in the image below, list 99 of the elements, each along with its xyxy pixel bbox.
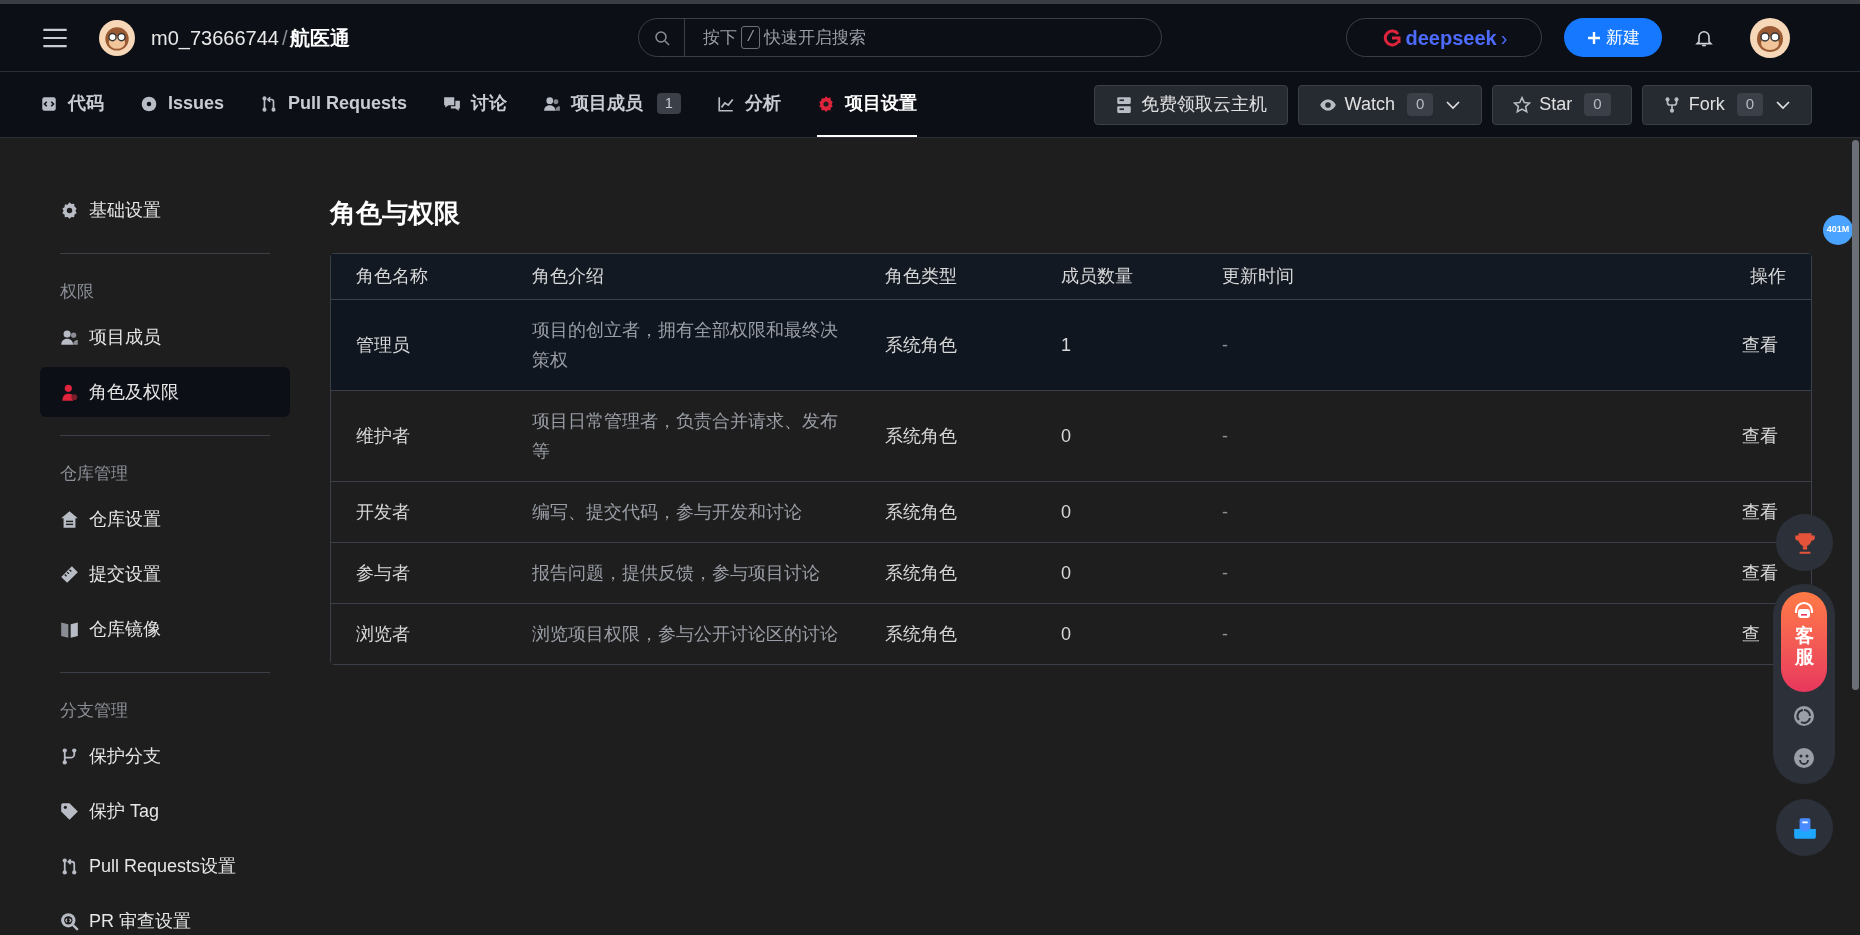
count-badge: 0 — [1584, 93, 1611, 116]
view-link[interactable]: 查看 — [1742, 559, 1778, 587]
sidebar-section-title: 仓库管理 — [60, 463, 129, 486]
owner-link[interactable]: m0_73666744 — [151, 22, 279, 53]
table-cell: 管理员 — [356, 334, 410, 355]
smiley-icon[interactable] — [1792, 746, 1816, 770]
table-cell: 参与者 — [356, 562, 410, 583]
path-separator: / — [281, 25, 288, 51]
count-badge: 0 — [1406, 93, 1434, 116]
sidebar-item[interactable]: 仓库设置 — [40, 494, 290, 544]
swirl-icon[interactable] — [1792, 704, 1816, 728]
table-cell-text: 项目的创立者，拥有全部权限和最终决策权 — [532, 319, 839, 372]
house-icon — [60, 509, 79, 529]
tag-icon — [60, 801, 79, 821]
view-link[interactable]: 查看 — [1742, 498, 1778, 526]
magnifier-icon — [60, 911, 79, 931]
table-cell: 0 — [1061, 425, 1071, 446]
page-title: 角色与权限 — [330, 197, 461, 230]
view-link[interactable]: 查 — [1742, 620, 1760, 648]
table-cell-text: 编写、提交代码，参与开发和讨论 — [532, 501, 803, 524]
sidebar-item[interactable]: 项目成员 — [40, 312, 290, 362]
table-cell: 开发者 — [356, 501, 410, 522]
branch-icon — [60, 746, 79, 766]
sidebar-item[interactable]: PR 审查设置 — [40, 896, 290, 935]
column-header: 角色介绍 — [532, 265, 605, 288]
column-header: 成员数量 — [1061, 265, 1134, 288]
search-hint: 按下 — [703, 26, 738, 49]
line-chart-icon — [716, 94, 735, 113]
book-icon — [60, 619, 79, 639]
sidebar-item[interactable]: Pull Requests设置 — [40, 841, 290, 891]
nav-tab[interactable]: 项目成员 1 — [543, 72, 681, 137]
nav-tab[interactable]: 分析 — [716, 72, 781, 137]
server-icon — [1114, 95, 1133, 114]
table-cell: 维护者 — [356, 425, 410, 446]
table-cell-text: 浏览项目权限，参与公开讨论区的讨论 — [532, 623, 839, 646]
shortcut-key: / — [741, 26, 760, 49]
table-cell: - — [1222, 562, 1228, 583]
table-cell: 0 — [1061, 623, 1071, 644]
repo-action-button[interactable]: Star 0 — [1492, 84, 1632, 125]
sidebar-item[interactable]: 提交设置 — [40, 549, 290, 599]
sidebar-item[interactable]: 角色及权限 — [40, 367, 290, 417]
count-badge: 0 — [1736, 93, 1763, 116]
sidebar-section-title: 权限 — [60, 281, 95, 304]
column-header: 操作 — [1749, 265, 1786, 288]
sidebar-item[interactable]: 基础设置 — [40, 185, 290, 235]
sidebar-item[interactable]: 仓库镜像 — [40, 604, 290, 654]
table-cell: - — [1222, 623, 1228, 644]
table-cell: 系统角色 — [885, 425, 957, 446]
table-cell: 系统角色 — [885, 562, 957, 583]
table-cell: 系统角色 — [885, 623, 957, 644]
search-hint: 快速开启搜索 — [763, 26, 866, 49]
settings-icon — [816, 94, 835, 113]
table-cell: 1 — [1061, 334, 1071, 355]
table-cell: - — [1222, 501, 1228, 522]
person-icon — [60, 382, 79, 402]
column-header: 更新时间 — [1222, 265, 1295, 288]
repo-action-button[interactable]: Fork 0 — [1641, 84, 1812, 125]
nav-tab[interactable]: 代码 — [40, 72, 104, 137]
search-icon — [653, 29, 670, 46]
settings-icon — [60, 200, 79, 220]
ruler-icon — [60, 564, 79, 584]
pull-request-icon — [60, 856, 79, 876]
people-icon — [543, 94, 562, 113]
service-label: 客服 — [1794, 626, 1814, 668]
avatar-icon — [99, 19, 135, 56]
repo-action-button[interactable]: 免费领取云主机 — [1093, 84, 1288, 125]
star-icon — [1513, 95, 1532, 114]
circle-dot-icon — [140, 94, 158, 113]
column-header: 角色类型 — [885, 265, 958, 288]
g-logo-icon — [1381, 27, 1402, 48]
chat-bubbles-icon — [443, 94, 462, 113]
plus-icon — [1586, 29, 1603, 46]
repo-link[interactable]: 航医通 — [290, 22, 351, 53]
sidebar-item[interactable]: 保护 Tag — [40, 786, 290, 836]
view-link[interactable]: 查看 — [1742, 331, 1778, 359]
new-button[interactable]: 新建 — [1564, 18, 1663, 57]
sidebar-section-title: 分支管理 — [60, 700, 129, 723]
table-cell-text: 报告问题，提供反馈，参与项目讨论 — [532, 562, 821, 585]
table-cell: 0 — [1061, 562, 1071, 583]
nav-tab[interactable]: 项目设置 — [816, 72, 917, 137]
column-header: 角色名称 — [356, 265, 429, 288]
view-link[interactable]: 查看 — [1742, 422, 1778, 450]
table-cell-text: 项目日常管理者，负责合并请求、发布等 — [532, 410, 839, 463]
table-cell: - — [1222, 334, 1228, 355]
nav-tab[interactable]: 讨论 — [443, 72, 508, 137]
sidebar-item[interactable]: 保护分支 — [40, 731, 290, 781]
table-cell: - — [1222, 425, 1228, 446]
table-cell: 系统角色 — [885, 501, 957, 522]
table-cell: 浏览者 — [356, 623, 410, 644]
nav-tab[interactable]: Pull Requests — [260, 72, 408, 137]
repo-action-button[interactable]: Watch 0 — [1297, 84, 1483, 125]
table-cell: 0 — [1061, 501, 1071, 522]
nav-tab[interactable]: Issues — [140, 72, 225, 137]
people-icon — [60, 327, 79, 347]
avatar-icon — [1750, 17, 1791, 58]
code-icon — [40, 94, 58, 113]
memory-badge: 401M — [1823, 215, 1853, 245]
count-badge: 1 — [657, 93, 681, 114]
table-cell: 系统角色 — [885, 334, 957, 355]
